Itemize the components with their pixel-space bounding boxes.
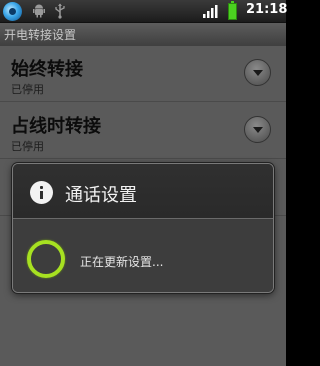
dialog-header: 通话设置 [13,164,273,219]
expand-icon[interactable] [244,116,271,143]
app-icon [3,2,22,21]
list-item-always-forward[interactable]: 始终转接 已停用 [0,46,286,102]
item-status: 已停用 [11,140,44,153]
dialog-body: 正在更新设置... [13,220,273,292]
loading-spinner-icon [27,240,65,278]
info-icon [30,181,53,204]
list-item-busy-forward[interactable]: 占线时转接 已停用 [0,103,286,159]
status-bar: 21:18 [0,0,288,23]
status-time: 21:18 [246,2,288,17]
progress-dialog: 通话设置 正在更新设置... [12,163,274,293]
item-status: 已停用 [11,83,44,96]
usb-icon [55,3,65,19]
dialog-message: 正在更新设置... [80,255,164,269]
title-bar: 开电转接设置 [0,23,286,46]
item-title: 占线时转接 [11,116,101,137]
battery-icon [228,1,237,20]
signal-icon [203,5,218,18]
expand-icon[interactable] [244,59,271,86]
page-title: 开电转接设置 [4,28,77,42]
android-icon [33,4,45,18]
item-title: 始终转接 [11,59,83,80]
dialog-title: 通话设置 [65,185,137,206]
